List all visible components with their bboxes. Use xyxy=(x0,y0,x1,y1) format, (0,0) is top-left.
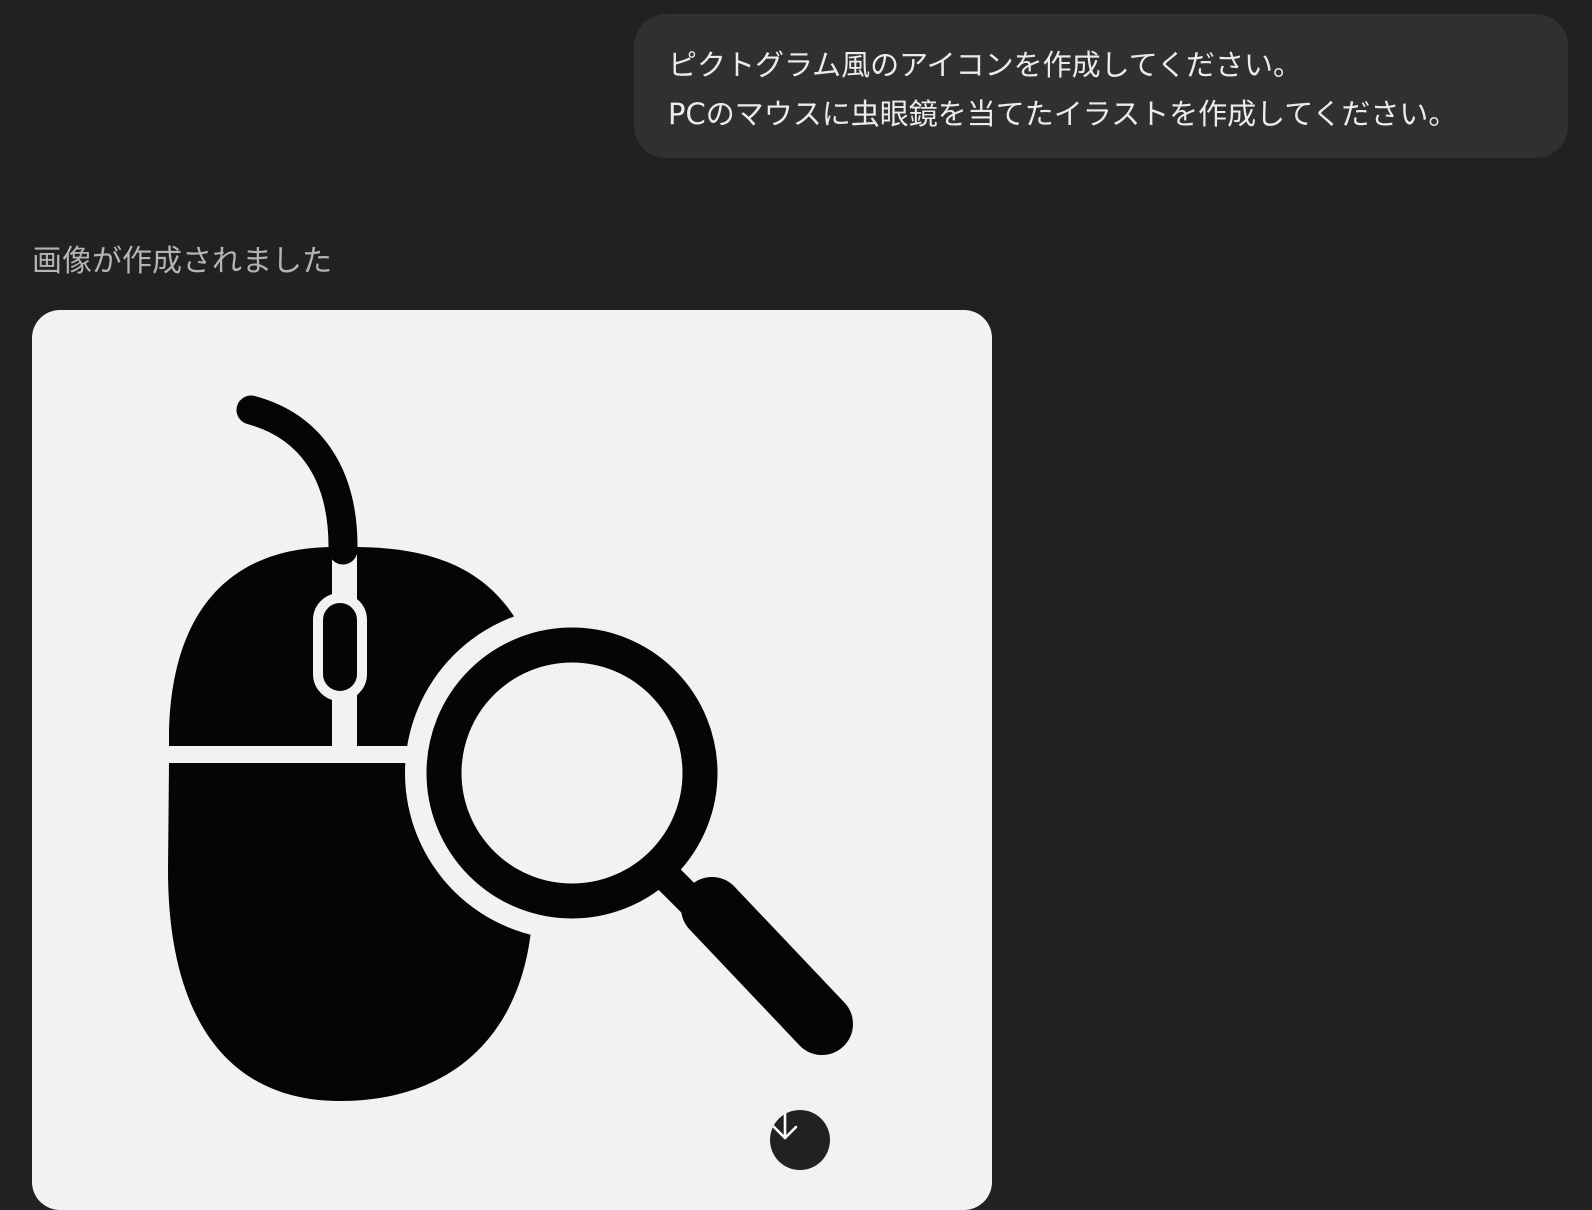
arrow-down-icon xyxy=(772,1111,798,1140)
image-created-status: 画像が作成されました xyxy=(32,244,332,279)
magnifier-lens xyxy=(426,627,718,919)
user-message-line-2: PCのマウスに虫眼鏡を当てたイラストを作成してください。 xyxy=(668,97,1458,131)
user-message-line-1: ピクトグラム風のアイコンを作成してください。 xyxy=(668,48,1302,82)
user-message-bubble: ピクトグラム風のアイコンを作成してください。 PCのマウスに虫眼鏡を当てたイラス… xyxy=(634,14,1568,158)
mouse-left-button xyxy=(169,547,332,746)
magnifier-handle xyxy=(681,877,853,1055)
mouse-scroll-wheel xyxy=(313,593,367,701)
mouse-cable xyxy=(236,395,358,565)
download-button[interactable] xyxy=(770,1110,830,1170)
mouse-magnifier-pictogram xyxy=(168,395,853,1102)
generated-image[interactable] xyxy=(32,310,992,1210)
